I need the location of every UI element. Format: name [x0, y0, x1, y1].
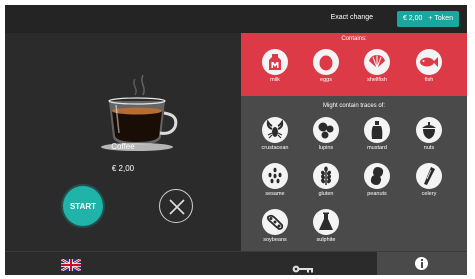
allergen-label: gluten [318, 191, 334, 197]
allergen-label: lupins [318, 145, 334, 151]
allergen-gluten: gluten [304, 163, 348, 197]
vending-screen: Exact change € 2,00 + Token Coffee € 2,0… [5, 5, 467, 275]
contains-panel: Contains: milk eggs shellfish fish [241, 33, 467, 96]
fish-icon [420, 57, 438, 67]
bottom-bar [5, 251, 467, 275]
traces-title: Might contain traces of: [322, 103, 386, 109]
milk-icon [269, 54, 281, 70]
allergen-nuts: nuts [407, 117, 451, 151]
allergen-sulphite: sulphite [304, 209, 348, 243]
allergen-label: soybeans [263, 237, 287, 243]
allergen-soybeans: soybeans [253, 209, 297, 243]
soybeans-icon [266, 214, 284, 230]
cancel-button[interactable] [159, 189, 193, 223]
shellfish-icon [369, 55, 385, 69]
egg-icon [319, 55, 333, 71]
info-icon [415, 257, 428, 270]
peanuts-icon [370, 167, 384, 185]
uk-flag-icon[interactable] [60, 257, 82, 273]
allergen-label: mustard [367, 145, 387, 151]
mustard-icon [371, 121, 383, 139]
product-panel: Coffee € 2,00 START [5, 33, 241, 251]
celery-icon [424, 167, 435, 185]
allergen-label: shellfish [367, 77, 387, 83]
allergen-crustacean: crustacean [253, 117, 297, 151]
allergen-shellfish: shellfish [355, 49, 399, 83]
start-button[interactable]: START [63, 186, 103, 226]
allergen-label: milk [270, 77, 280, 83]
allergen-label: fish [424, 77, 434, 83]
allergen-sesame: sesame [253, 163, 297, 197]
allergen-label: sulphite [316, 237, 336, 243]
sulphite-icon [319, 212, 333, 230]
traces-panel: Might contain traces of: crustacean lupi… [241, 96, 467, 251]
product-price: € 2,00 [111, 164, 135, 173]
allergen-label: eggs [320, 77, 332, 83]
close-icon [169, 199, 185, 215]
sesame-icon [268, 167, 282, 184]
allergen-celery: celery [407, 163, 451, 197]
allergen-eggs: eggs [304, 49, 348, 83]
allergen-label: sesame [265, 191, 285, 197]
gluten-icon [321, 166, 331, 185]
allergen-peanuts: peanuts [355, 163, 399, 197]
allergen-label: peanuts [367, 191, 387, 197]
allergen-milk: milk [253, 49, 297, 83]
allergen-label: crustacean [261, 145, 289, 151]
allergen-label: nuts [423, 145, 435, 151]
product-name: Coffee [111, 142, 135, 151]
crustacean-icon [266, 120, 284, 139]
allergen-label: celery [421, 191, 437, 197]
token-price-badge[interactable]: € 2,00 + Token [396, 11, 459, 27]
lupins-icon [318, 122, 334, 139]
token-price: € 2,00 [402, 15, 423, 22]
allergen-lupins: lupins [304, 117, 348, 151]
nuts-icon [422, 122, 436, 139]
allergen-fish: fish [407, 49, 451, 83]
exact-change-label: Exact change [330, 14, 373, 21]
info-button[interactable] [377, 252, 467, 275]
allergen-mustard: mustard [355, 117, 399, 151]
contains-title: Contains: [341, 36, 367, 42]
key-icon[interactable] [292, 260, 314, 275]
top-bar: Exact change € 2,00 + Token [5, 5, 467, 33]
token-label: + Token [428, 15, 453, 22]
